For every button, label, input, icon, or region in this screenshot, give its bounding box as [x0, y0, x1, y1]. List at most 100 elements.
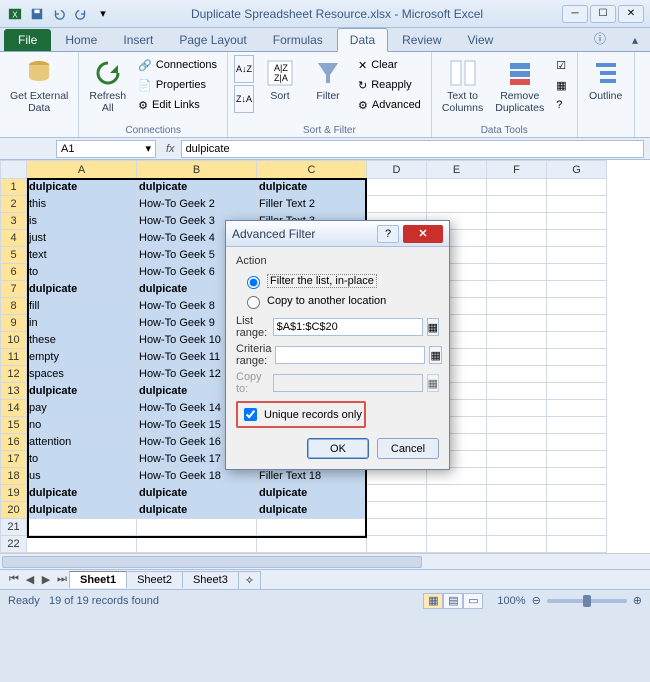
cell-A1[interactable]: dulpicate [27, 179, 137, 196]
dialog-titlebar[interactable]: Advanced Filter ? ✕ [226, 221, 449, 247]
connections-button[interactable]: 🔗Connections [134, 55, 221, 75]
row-header-5[interactable]: 5 [1, 247, 27, 264]
minimize-button[interactable]: ─ [562, 5, 588, 23]
row-header-16[interactable]: 16 [1, 434, 27, 451]
new-sheet-button[interactable]: ✧ [238, 571, 261, 589]
cell-F20[interactable] [487, 502, 547, 519]
zoom-out-button[interactable]: ⊖ [532, 594, 541, 607]
excel-icon[interactable]: X [6, 5, 24, 23]
ok-button[interactable]: OK [307, 438, 369, 459]
cell-A16[interactable]: attention [27, 434, 137, 451]
cell-G4[interactable] [547, 230, 607, 247]
cell-F1[interactable] [487, 179, 547, 196]
tab-view[interactable]: View [456, 29, 506, 51]
criteria-range-input[interactable] [275, 346, 425, 364]
dialog-help-button[interactable]: ? [377, 225, 399, 243]
cell-G12[interactable] [547, 366, 607, 383]
cell-D20[interactable] [367, 502, 427, 519]
get-external-data-button[interactable]: Get External Data [6, 55, 72, 116]
advanced-button[interactable]: ⚙Advanced [354, 95, 425, 115]
save-icon[interactable] [28, 5, 46, 23]
cell-F7[interactable] [487, 281, 547, 298]
radio-copy-another-input[interactable] [247, 296, 260, 309]
cell-G16[interactable] [547, 434, 607, 451]
cell-G17[interactable] [547, 451, 607, 468]
cell-A9[interactable]: in [27, 315, 137, 332]
cell-F15[interactable] [487, 417, 547, 434]
row-header-2[interactable]: 2 [1, 196, 27, 213]
cell-G14[interactable] [547, 400, 607, 417]
undo-icon[interactable] [50, 5, 68, 23]
cell-D18[interactable] [367, 468, 427, 485]
ribbon-help-icon[interactable]: ⓘ [582, 26, 618, 51]
cell-A4[interactable]: just [27, 230, 137, 247]
cell-A15[interactable]: no [27, 417, 137, 434]
sheet-nav-next[interactable]: ▶ [38, 572, 54, 588]
cell-C2[interactable]: Filler Text 2 [257, 196, 367, 213]
maximize-button[interactable]: ☐ [590, 5, 616, 23]
cell-F5[interactable] [487, 247, 547, 264]
row-header-14[interactable]: 14 [1, 400, 27, 417]
cell-G11[interactable] [547, 349, 607, 366]
zoom-in-button[interactable]: ⊕ [633, 594, 642, 607]
cell-D21[interactable] [367, 519, 427, 536]
sort-button[interactable]: A|ZZ|A Sort [258, 55, 302, 105]
cell-A21[interactable] [27, 519, 137, 536]
tab-review[interactable]: Review [390, 29, 453, 51]
dialog-close-button[interactable]: ✕ [403, 225, 443, 243]
column-header-D[interactable]: D [367, 161, 427, 179]
cell-E1[interactable] [427, 179, 487, 196]
cell-G5[interactable] [547, 247, 607, 264]
list-range-refselect[interactable]: ▦ [427, 318, 439, 336]
column-header-G[interactable]: G [547, 161, 607, 179]
cell-B18[interactable]: How-To Geek 18 [137, 468, 257, 485]
close-button[interactable]: ✕ [618, 5, 644, 23]
cell-D2[interactable] [367, 196, 427, 213]
cell-A17[interactable]: to [27, 451, 137, 468]
cell-F9[interactable] [487, 315, 547, 332]
cell-F4[interactable] [487, 230, 547, 247]
horizontal-scrollbar[interactable] [0, 553, 650, 569]
tab-insert[interactable]: Insert [111, 29, 165, 51]
cell-A13[interactable]: dulpicate [27, 383, 137, 400]
cell-C19[interactable]: dulpicate [257, 485, 367, 502]
cell-D1[interactable] [367, 179, 427, 196]
sheet-tab-3[interactable]: Sheet3 [182, 571, 239, 588]
sheet-nav-last[interactable]: ⏭ [54, 572, 70, 588]
cell-A7[interactable]: dulpicate [27, 281, 137, 298]
cell-E2[interactable] [427, 196, 487, 213]
cell-F22[interactable] [487, 536, 547, 553]
row-header-8[interactable]: 8 [1, 298, 27, 315]
cell-B1[interactable]: dulpicate [137, 179, 257, 196]
cell-G10[interactable] [547, 332, 607, 349]
cell-A14[interactable]: pay [27, 400, 137, 417]
column-header-C[interactable]: C [257, 161, 367, 179]
row-header-18[interactable]: 18 [1, 468, 27, 485]
sort-asc-button[interactable]: A↓Z [234, 55, 254, 83]
ribbon-minimize-icon[interactable]: ▴ [620, 29, 650, 51]
sheet-nav-first[interactable]: ⏮ [6, 572, 22, 588]
cell-C1[interactable]: dulpicate [257, 179, 367, 196]
cell-F18[interactable] [487, 468, 547, 485]
radio-filter-inplace[interactable]: Filter the list, in-place [236, 271, 439, 291]
cell-G21[interactable] [547, 519, 607, 536]
consolidate-button[interactable]: ▦ [552, 75, 570, 95]
column-header-F[interactable]: F [487, 161, 547, 179]
cell-E19[interactable] [427, 485, 487, 502]
formula-bar[interactable]: dulpicate [181, 140, 644, 158]
cell-G20[interactable] [547, 502, 607, 519]
cell-F11[interactable] [487, 349, 547, 366]
zoom-slider[interactable] [547, 599, 627, 603]
column-header-E[interactable]: E [427, 161, 487, 179]
row-header-17[interactable]: 17 [1, 451, 27, 468]
cell-F10[interactable] [487, 332, 547, 349]
radio-copy-another[interactable]: Copy to another location [236, 291, 439, 311]
cell-A18[interactable]: us [27, 468, 137, 485]
row-header-7[interactable]: 7 [1, 281, 27, 298]
tab-formulas[interactable]: Formulas [261, 29, 335, 51]
cell-C22[interactable] [257, 536, 367, 553]
row-header-9[interactable]: 9 [1, 315, 27, 332]
view-pagebreak-button[interactable]: ▭ [463, 593, 483, 609]
row-header-6[interactable]: 6 [1, 264, 27, 281]
fx-icon[interactable]: fx [166, 143, 175, 155]
